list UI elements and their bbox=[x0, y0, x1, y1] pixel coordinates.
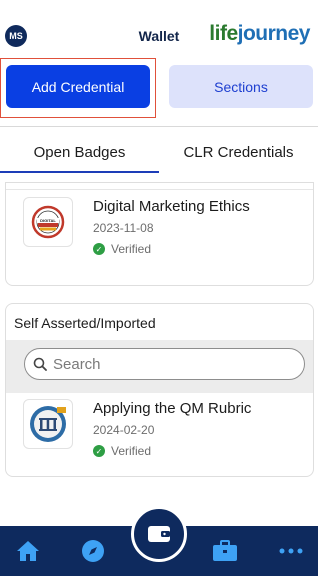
digital-marketing-badge-icon[interactable]: DIGITAL bbox=[23, 197, 73, 247]
badge-date: 2023-11-08 bbox=[93, 221, 154, 235]
badge-status: ✓ Verified bbox=[93, 242, 151, 256]
open-badges-card: DIGITAL Digital Marketing Ethics 2023-11… bbox=[5, 182, 314, 286]
search-icon bbox=[33, 357, 47, 371]
search-area: Search bbox=[6, 340, 313, 393]
divider bbox=[0, 126, 318, 127]
imported-status: ✓ Verified bbox=[93, 444, 151, 458]
wallet-icon[interactable] bbox=[131, 506, 187, 562]
more-icon[interactable] bbox=[278, 538, 304, 564]
badge-title[interactable]: Digital Marketing Ethics bbox=[93, 198, 250, 215]
verified-check-icon: ✓ bbox=[93, 445, 105, 457]
add-credential-button[interactable]: Add Credential bbox=[6, 65, 150, 108]
compass-icon[interactable] bbox=[80, 538, 106, 564]
action-row: Add Credential Sections bbox=[0, 58, 318, 118]
card-divider bbox=[6, 189, 313, 190]
tab-open-badges[interactable]: Open Badges bbox=[0, 130, 159, 174]
imported-date: 2024-02-20 bbox=[93, 423, 155, 437]
sections-button[interactable]: Sections bbox=[169, 65, 313, 108]
imported-title[interactable]: Applying the QM Rubric bbox=[93, 400, 251, 417]
qm-rubric-badge-icon[interactable] bbox=[23, 399, 73, 449]
app-logo: lifejourney bbox=[209, 22, 310, 45]
active-tab-indicator bbox=[0, 171, 159, 173]
section-title: Self Asserted/Imported bbox=[14, 315, 156, 331]
app-header: MS Wallet lifejourney bbox=[0, 0, 318, 60]
verified-check-icon: ✓ bbox=[93, 243, 105, 255]
home-icon[interactable] bbox=[15, 538, 41, 564]
tab-clr-credentials[interactable]: CLR Credentials bbox=[159, 130, 318, 174]
briefcase-icon[interactable] bbox=[212, 538, 238, 564]
credential-tabs: Open Badges CLR Credentials bbox=[0, 130, 318, 174]
self-asserted-card: Self Asserted/Imported Search Applying t… bbox=[5, 303, 314, 477]
svg-text:DIGITAL: DIGITAL bbox=[40, 218, 56, 223]
search-input[interactable]: Search bbox=[24, 348, 305, 380]
